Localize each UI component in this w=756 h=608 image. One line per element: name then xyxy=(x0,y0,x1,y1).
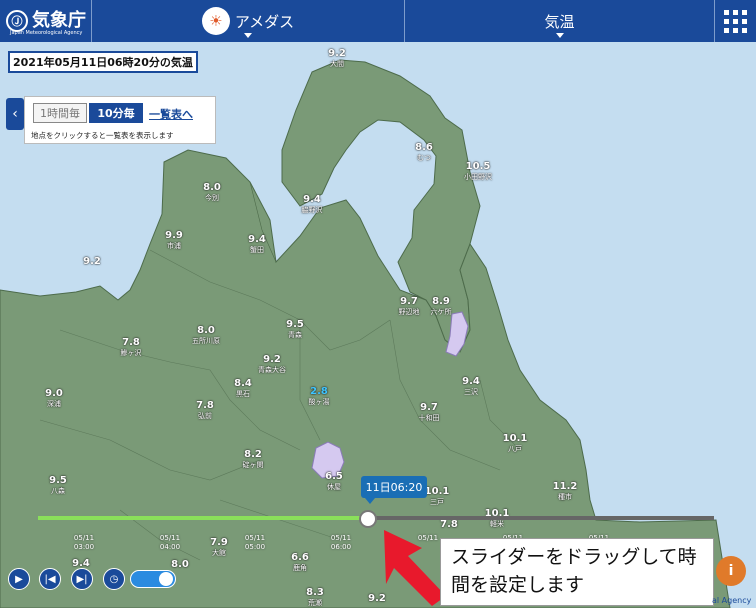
slider-tick: 05/11 05:00 xyxy=(244,534,266,551)
toggle-knob xyxy=(159,572,173,586)
collapse-panel-button[interactable]: ‹ xyxy=(6,98,24,130)
amedas-menu[interactable]: ☀ アメダス xyxy=(92,0,405,42)
book-icon[interactable]: i xyxy=(716,556,746,586)
station-marker[interactable]: 8.6 むつ xyxy=(415,142,433,164)
logo-title: 気象庁 xyxy=(32,10,86,31)
clock-icon[interactable]: ◷ xyxy=(103,568,125,590)
station-marker[interactable]: 9.9 市浦 xyxy=(165,230,183,252)
station-marker[interactable]: 9.2 大間 xyxy=(328,48,346,70)
station-marker[interactable]: 10.1 八戸 xyxy=(503,433,528,455)
station-marker[interactable]: 9.4 蟹田 xyxy=(248,234,266,256)
station-marker[interactable]: 7.8 xyxy=(440,519,458,530)
app-header: Ⓙ 気象庁 Japan Meteorological Agency ☀ アメダス… xyxy=(0,0,756,42)
station-marker[interactable]: 9.0 深浦 xyxy=(45,388,63,410)
slider-tick: 05/11 04:00 xyxy=(159,534,181,551)
panel-hint: 地点をクリックすると一覧表を表示します xyxy=(31,131,174,140)
slider-time-tooltip: 11日06:20 xyxy=(361,476,427,504)
amedas-label: アメダス xyxy=(234,12,295,31)
station-marker[interactable]: 6.5 休屋 xyxy=(325,471,343,493)
amedas-icon: ☀ xyxy=(201,7,230,35)
station-marker[interactable]: 7.9 大館 xyxy=(210,537,228,559)
tenmin-button[interactable]: 10分毎 xyxy=(89,103,143,123)
station-marker[interactable]: 8.0 五所川原 xyxy=(192,325,220,347)
jma-logo[interactable]: Ⓙ 気象庁 Japan Meteorological Agency xyxy=(0,0,92,42)
station-marker[interactable]: 10.5 小田野沢 xyxy=(464,161,492,183)
grid-menu-icon[interactable] xyxy=(715,0,756,42)
station-marker[interactable]: 8.2 碇ヶ関 xyxy=(243,449,264,471)
station-marker[interactable]: 9.4 脇野沢 xyxy=(302,194,323,216)
auto-toggle[interactable] xyxy=(130,570,176,588)
station-marker[interactable]: 9.4 三沢 xyxy=(462,376,480,398)
station-marker[interactable]: 10.1 三戸 xyxy=(425,486,450,508)
station-marker[interactable]: 8.3 荒瀬 xyxy=(306,587,324,608)
station-marker[interactable]: 7.8 弘前 xyxy=(196,400,214,422)
book-label: al Agency xyxy=(712,596,752,605)
station-marker[interactable]: 8.9 六ケ所 xyxy=(431,296,452,318)
slider-tick: 05/11 03:00 xyxy=(73,534,95,551)
station-marker[interactable]: 9.2 xyxy=(83,256,101,267)
step-forward-icon[interactable]: ▶| xyxy=(71,568,93,590)
slider-tick: 05/11 xyxy=(417,534,439,542)
station-marker[interactable]: 6.6 鹿角 xyxy=(291,552,309,574)
list-link[interactable]: 一覧表へ xyxy=(149,106,193,122)
slider-tick: 05/11 06:00 xyxy=(330,534,352,551)
station-marker[interactable]: 9.5 青森 xyxy=(286,319,304,341)
hourly-button[interactable]: 1時間毎 xyxy=(33,103,87,123)
station-marker[interactable]: 7.8 鰺ヶ沢 xyxy=(121,337,142,359)
chevron-down-icon xyxy=(244,33,252,38)
interval-panel: 1時間毎 10分毎 一覧表へ 地点をクリックすると一覧表を表示します xyxy=(24,96,216,144)
station-marker[interactable]: 2.8 酸ヶ湯 xyxy=(309,386,330,408)
station-marker[interactable]: 9.7 十和田 xyxy=(419,402,440,424)
time-slider-fill xyxy=(38,516,370,520)
station-marker[interactable]: 9.5 八森 xyxy=(49,475,67,497)
observation-timestamp: 2021年05月11日06時20分の気温 xyxy=(8,51,198,73)
station-marker[interactable]: 11.2 種市 xyxy=(553,481,578,503)
element-label: 気温 xyxy=(544,12,575,31)
time-slider-handle[interactable] xyxy=(359,510,377,528)
chevron-down-icon xyxy=(555,33,564,38)
instruction-callout: スライダーをドラッグして時間を設定します xyxy=(440,538,714,606)
station-marker[interactable]: 8.4 黒石 xyxy=(234,378,252,400)
step-back-icon[interactable]: |◀ xyxy=(39,568,61,590)
jma-seal-icon: Ⓙ xyxy=(6,10,28,32)
element-menu[interactable]: 気温 xyxy=(405,0,715,42)
play-icon[interactable]: ▶ xyxy=(8,568,30,590)
station-marker[interactable]: 8.0 xyxy=(171,559,189,570)
station-marker[interactable]: 9.2 青森大谷 xyxy=(258,354,286,376)
station-marker[interactable]: 9.7 野辺地 xyxy=(399,296,420,318)
station-marker[interactable]: 9.2 xyxy=(368,593,386,604)
station-marker[interactable]: 8.0 今別 xyxy=(203,182,221,204)
logo-subtitle: Japan Meteorological Agency xyxy=(10,30,83,36)
